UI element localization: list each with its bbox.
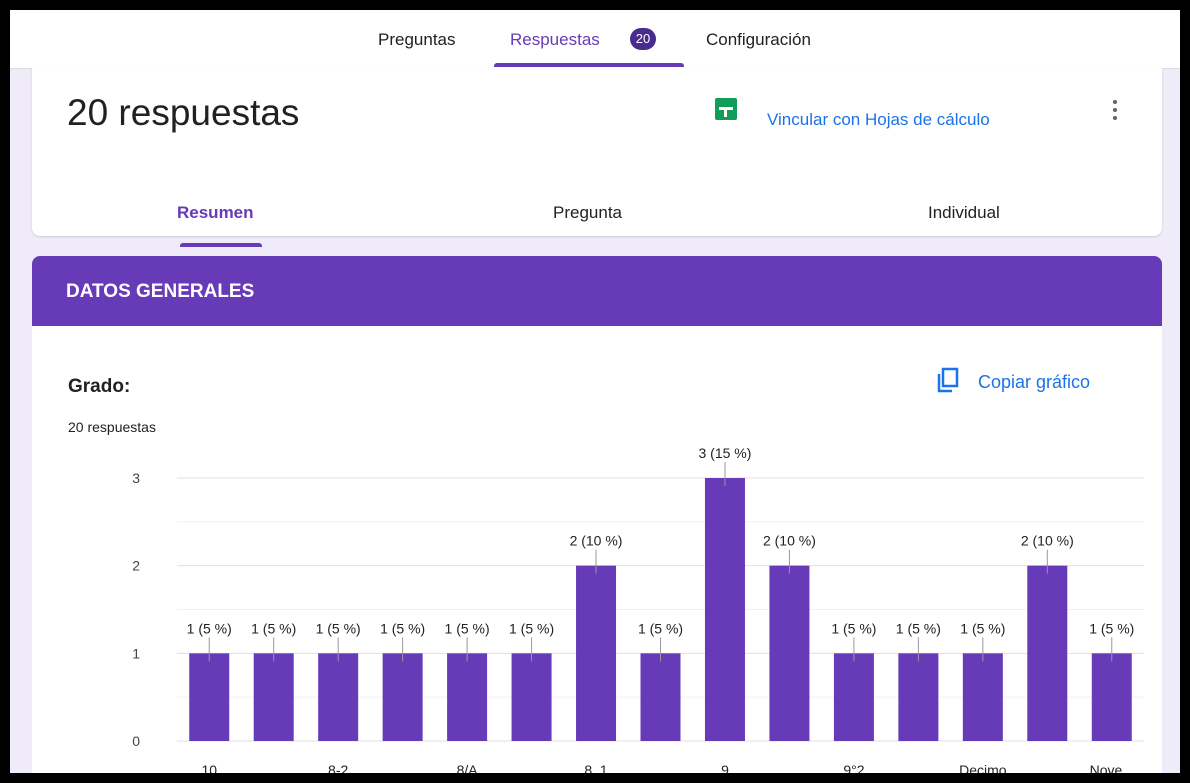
bar (704, 478, 745, 741)
bar (253, 653, 294, 741)
data-label: 3 (15 %) (699, 445, 752, 461)
x-tick-label: 8/A (457, 762, 479, 773)
bar (898, 653, 939, 741)
bar (382, 653, 423, 741)
section-title: DATOS GENERALES (66, 281, 255, 302)
bar-chart: 0 1 2 3 1 (5 %) 10 1 (5 %) 1 (5 %) 8-2 1 (5 %) 1 … (132, 445, 1144, 773)
bar (1091, 653, 1132, 741)
subtab-pregunta[interactable]: Pregunta (553, 203, 622, 223)
bar (189, 653, 230, 741)
data-label: 2 (10 %) (763, 533, 816, 549)
forms-frame: Preguntas Respuestas 20 Configuración 20… (10, 10, 1180, 773)
section-header: DATOS GENERALES (32, 256, 1162, 326)
active-tab-indicator (494, 63, 684, 67)
sheets-icon[interactable] (715, 98, 737, 120)
responses-summary-card: 20 respuestas Vincular con Hojas de cálc… (32, 68, 1162, 247)
data-label: 1 (5 %) (251, 620, 296, 636)
tab-configuracion[interactable]: Configuración (706, 30, 811, 50)
question-card: Grado: 20 respuestas Copiar gráfico 0123… (32, 326, 1162, 773)
data-label: 1 (5 %) (896, 620, 941, 636)
bar (769, 565, 810, 741)
data-label: 1 (5 %) (1089, 620, 1134, 636)
data-label: 1 (5 %) (445, 620, 490, 636)
x-tick-label: Nove... (1090, 762, 1134, 773)
bar (511, 653, 552, 741)
y-tick-label: 0 (132, 733, 140, 749)
bar (576, 565, 617, 741)
tab-preguntas[interactable]: Preguntas (378, 30, 456, 50)
subtab-resumen[interactable]: Resumen (177, 203, 254, 223)
active-subtab-indicator (180, 243, 262, 247)
x-tick-label: 9°2 (843, 762, 864, 773)
x-tick-label: 10 (201, 762, 217, 773)
data-label: 1 (5 %) (960, 620, 1005, 636)
y-tick-label: 2 (132, 558, 140, 574)
more-options-icon[interactable] (1103, 96, 1127, 126)
data-label: 2 (10 %) (570, 533, 623, 549)
x-tick-label: Decimo (959, 762, 1007, 773)
x-tick-label: 8_1 (584, 762, 608, 773)
bar (962, 653, 1003, 741)
data-label: 1 (5 %) (831, 620, 876, 636)
bar (318, 653, 359, 741)
data-label: 2 (10 %) (1021, 533, 1074, 549)
data-label: 1 (5 %) (187, 620, 232, 636)
x-tick-label: 9 (721, 762, 729, 773)
tab-respuestas[interactable]: Respuestas (510, 30, 600, 50)
link-sheets-button[interactable]: Vincular con Hojas de cálculo (767, 110, 990, 130)
data-label: 1 (5 %) (638, 620, 683, 636)
y-tick-label: 3 (132, 470, 140, 486)
data-label: 1 (5 %) (380, 620, 425, 636)
bar (833, 653, 874, 741)
data-label: 1 (5 %) (509, 620, 554, 636)
bar (640, 653, 681, 741)
subtab-individual[interactable]: Individual (928, 203, 1000, 223)
responses-title: 20 respuestas (67, 92, 300, 133)
x-tick-label: 8-2 (328, 762, 348, 773)
data-label: 1 (5 %) (316, 620, 361, 636)
bar (447, 653, 488, 741)
top-nav: Preguntas Respuestas 20 Configuración (10, 10, 1180, 69)
y-tick-label: 1 (132, 645, 140, 661)
bar (1027, 565, 1068, 741)
response-count-badge: 20 (630, 28, 656, 50)
